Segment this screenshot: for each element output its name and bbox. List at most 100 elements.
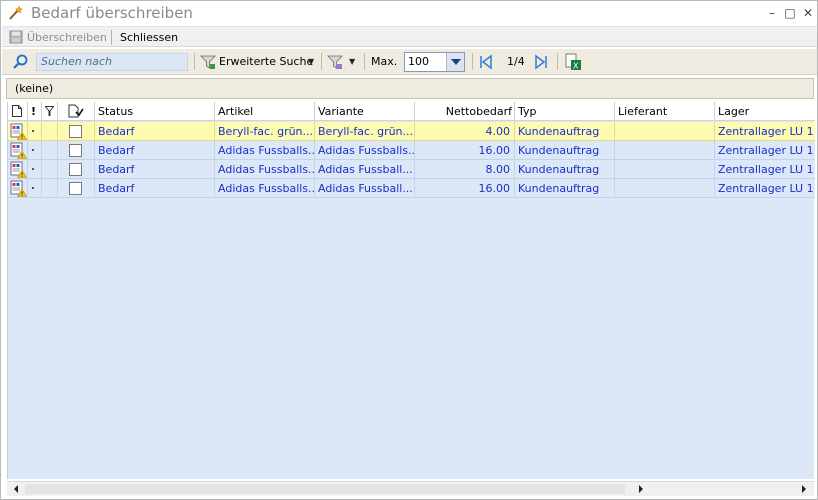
scroll-left-icon[interactable] bbox=[14, 485, 18, 493]
priority-cell bbox=[28, 122, 42, 141]
cell-nettobedarf: 8.00 bbox=[415, 160, 515, 179]
max-dropdown-button[interactable] bbox=[446, 53, 464, 71]
column-header-check[interactable] bbox=[58, 102, 95, 121]
cell-lieferant bbox=[615, 122, 715, 141]
column-header-artikel[interactable]: Artikel bbox=[215, 102, 315, 121]
toolbar-separator bbox=[321, 53, 322, 70]
data-grid: ! Status Artikel Variante Nettobedarf Ty… bbox=[7, 102, 815, 479]
table-row[interactable]: Bedarf Adidas Fussballs... Adidas Fussball… bbox=[8, 179, 815, 198]
warning-document-icon bbox=[10, 142, 27, 159]
row-icon-cell bbox=[8, 122, 28, 141]
column-header-new[interactable] bbox=[8, 102, 28, 121]
maximize-button[interactable]: □ bbox=[783, 6, 797, 20]
cell-variante: Beryll-fac. grün... bbox=[315, 122, 415, 141]
cell-lager: Zentrallager LU 1 bbox=[718, 144, 814, 157]
first-page-icon[interactable] bbox=[478, 54, 494, 70]
priority-cell bbox=[28, 179, 42, 198]
search-input[interactable]: Suchen nach bbox=[36, 53, 188, 71]
warning-document-icon bbox=[10, 161, 27, 178]
row-checkbox[interactable] bbox=[69, 182, 82, 195]
search-toolbar: Suchen nach Erweiterte Suche ▼ ▼ Max. 10… bbox=[2, 49, 817, 75]
magic-wand-icon bbox=[9, 5, 23, 20]
cell-typ: Kundenauftrag bbox=[515, 141, 615, 160]
scroll-marker-icon bbox=[639, 485, 643, 493]
filter-cell bbox=[42, 160, 58, 179]
cell-lager: Zentrallager LU 1 bbox=[718, 182, 814, 195]
priority-dot bbox=[32, 168, 34, 170]
toolbar-separator bbox=[557, 53, 558, 70]
select-cell bbox=[58, 122, 95, 141]
cell-typ: Kundenauftrag bbox=[515, 160, 615, 179]
row-icon-cell bbox=[8, 141, 28, 160]
toolbar-separator bbox=[111, 30, 112, 45]
cell-status: Bedarf bbox=[95, 122, 215, 141]
cell-status: Bedarf bbox=[95, 141, 215, 160]
excel-export-icon[interactable]: X bbox=[564, 53, 582, 71]
new-document-icon bbox=[12, 105, 22, 117]
filter-clear-icon[interactable] bbox=[327, 54, 343, 70]
cell-artikel: Adidas Fussballs... bbox=[215, 160, 315, 179]
page-indicator: 1/4 bbox=[507, 55, 525, 68]
close-button[interactable]: Schliessen bbox=[120, 30, 178, 46]
toolbar-separator bbox=[194, 53, 195, 70]
column-header-typ[interactable]: Typ bbox=[515, 102, 615, 121]
cell-typ: Kundenauftrag bbox=[515, 179, 615, 198]
filter-cell bbox=[42, 141, 58, 160]
row-icon-cell bbox=[8, 179, 28, 198]
row-checkbox[interactable] bbox=[69, 163, 82, 176]
svg-text:X: X bbox=[573, 62, 579, 71]
horizontal-scrollbar[interactable] bbox=[7, 481, 814, 496]
search-icon[interactable] bbox=[12, 54, 30, 70]
toolbar-separator bbox=[364, 53, 365, 70]
cell-artikel: Adidas Fussballs... bbox=[215, 141, 315, 160]
max-label: Max. bbox=[371, 55, 398, 68]
column-header-nettobedarf[interactable]: Nettobedarf bbox=[415, 102, 515, 121]
grouping-panel[interactable]: (keine) bbox=[6, 78, 814, 99]
main-toolbar: Überschreiben Schliessen bbox=[2, 26, 817, 47]
column-header-lieferant[interactable]: Lieferant bbox=[615, 102, 715, 121]
select-cell bbox=[58, 141, 95, 160]
cell-lieferant bbox=[615, 141, 715, 160]
scroll-right-icon[interactable] bbox=[802, 485, 806, 493]
select-cell bbox=[58, 160, 95, 179]
window-title: Bedarf überschreiben bbox=[31, 4, 193, 22]
cell-variante: Adidas Fussball... bbox=[315, 179, 415, 198]
cell-artikel: Beryll-fac. grün... bbox=[215, 122, 315, 141]
cell-typ: Kundenauftrag bbox=[515, 122, 615, 141]
next-page-icon[interactable] bbox=[533, 54, 549, 70]
check-document-icon bbox=[68, 104, 84, 118]
select-cell bbox=[58, 179, 95, 198]
column-header-filter[interactable] bbox=[42, 102, 58, 121]
table-row[interactable]: Bedarf Adidas Fussballs... Adidas Fussball… bbox=[8, 141, 815, 160]
cell-variante: Adidas Fussball... bbox=[315, 160, 415, 179]
priority-dot bbox=[32, 149, 34, 151]
column-header-status[interactable]: Status bbox=[95, 102, 215, 121]
overwrite-button[interactable]: Überschreiben bbox=[27, 30, 107, 46]
cell-nettobedarf: 4.00 bbox=[415, 122, 515, 141]
minimize-button[interactable]: – bbox=[765, 6, 779, 20]
column-header-variante[interactable]: Variante bbox=[315, 102, 415, 121]
grid-header: ! Status Artikel Variante Nettobedarf Ty… bbox=[8, 102, 815, 121]
priority-dot bbox=[32, 130, 34, 132]
chevron-down-icon[interactable]: ▼ bbox=[308, 54, 314, 70]
cell-nettobedarf: 16.00 bbox=[415, 141, 515, 160]
row-checkbox[interactable] bbox=[69, 144, 82, 157]
column-header-priority[interactable]: ! bbox=[28, 102, 42, 121]
cell-artikel: Adidas Fussballs... bbox=[215, 179, 315, 198]
column-header-lager[interactable]: Lager bbox=[715, 102, 815, 121]
filter-icon bbox=[45, 106, 54, 116]
row-icon-cell bbox=[8, 160, 28, 179]
chevron-down-icon[interactable]: ▼ bbox=[349, 54, 355, 70]
row-checkbox[interactable] bbox=[69, 125, 82, 138]
title-bar: Bedarf überschreiben – □ ✕ bbox=[1, 1, 817, 26]
filter-add-icon[interactable] bbox=[200, 54, 216, 70]
save-icon[interactable] bbox=[9, 30, 23, 44]
warning-document-icon bbox=[10, 123, 27, 140]
advanced-search-button[interactable]: Erweiterte Suche bbox=[219, 54, 313, 70]
scroll-thumb[interactable] bbox=[25, 484, 625, 494]
toolbar-separator bbox=[472, 53, 473, 70]
table-row[interactable]: Bedarf Adidas Fussballs... Adidas Fussball… bbox=[8, 160, 815, 179]
dialog-window: Bedarf überschreiben – □ ✕ Überschreiben… bbox=[0, 0, 818, 500]
close-window-button[interactable]: ✕ bbox=[801, 6, 815, 20]
table-row[interactable]: Bedarf Beryll-fac. grün... Beryll-fac. grü… bbox=[8, 122, 815, 141]
